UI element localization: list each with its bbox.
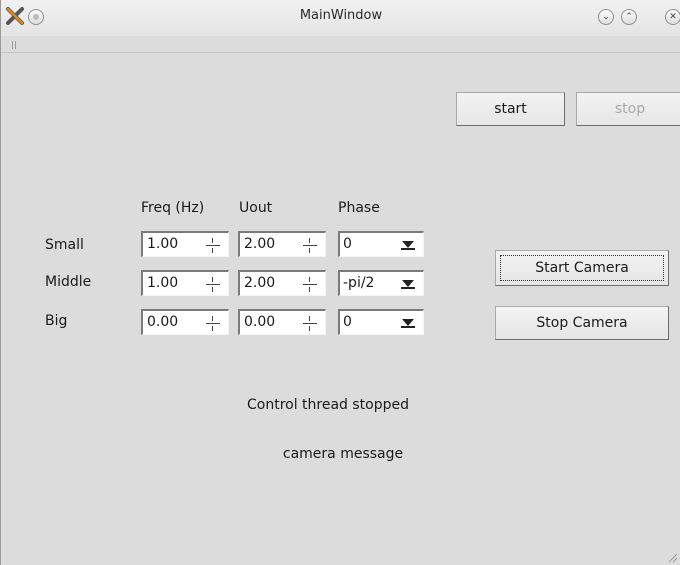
uout-header: Uout (239, 200, 273, 216)
title-bar[interactable]: MainWindow ⌄ ⌃ ✕ (1, 0, 680, 36)
row-label-middle: Middle (45, 274, 92, 290)
resize-grip-icon[interactable] (666, 551, 678, 563)
window-title: MainWindow (299, 8, 383, 23)
spin-arrows-icon[interactable] (303, 315, 317, 331)
dropdown-arrow-icon[interactable] (401, 319, 415, 328)
close-icon[interactable]: ✕ (665, 9, 680, 25)
freq-spinbox-middle[interactable]: 1.00 (141, 270, 229, 296)
spin-arrows-icon[interactable] (206, 315, 220, 331)
select-value: 0 (343, 236, 352, 252)
control-thread-status: Control thread stopped (246, 397, 410, 413)
uout-spinbox-middle[interactable]: 2.00 (238, 270, 326, 296)
toolbar-grip-icon[interactable] (12, 41, 17, 49)
row-label-big: Big (45, 313, 68, 329)
spin-value: 1.00 (147, 236, 179, 252)
spin-value: 2.00 (244, 275, 276, 291)
uout-spinbox-big[interactable]: 0.00 (238, 309, 326, 335)
row-label-small: Small (45, 237, 84, 253)
freq-header: Freq (Hz) (141, 200, 205, 216)
phase-select-big[interactable]: 0 (338, 309, 424, 335)
uout-spinbox-small[interactable]: 2.00 (238, 231, 326, 257)
phase-select-small[interactable]: 0 (338, 231, 424, 257)
select-value: 0 (343, 314, 352, 330)
camera-status: camera message (282, 446, 404, 462)
spin-value: 0.00 (244, 314, 276, 330)
main-window: MainWindow ⌄ ⌃ ✕ start stop Freq (Hz) Uo… (0, 0, 680, 565)
phase-header: Phase (338, 200, 380, 216)
spin-value: 1.00 (147, 275, 179, 291)
stop-button[interactable]: stop (576, 92, 680, 126)
spin-arrows-icon[interactable] (206, 237, 220, 253)
freq-spinbox-big[interactable]: 0.00 (141, 309, 229, 335)
spin-arrows-icon[interactable] (303, 237, 317, 253)
spin-value: 2.00 (244, 236, 276, 252)
start-camera-button[interactable]: Start Camera (495, 250, 669, 286)
spin-arrows-icon[interactable] (303, 276, 317, 292)
minimize-icon[interactable]: ⌄ (598, 9, 614, 25)
stop-camera-button[interactable]: Stop Camera (495, 306, 669, 340)
dropdown-arrow-icon[interactable] (401, 241, 415, 250)
phase-select-middle[interactable]: -pi/2 (338, 270, 424, 296)
spin-arrows-icon[interactable] (206, 276, 220, 292)
maximize-icon[interactable]: ⌃ (621, 9, 637, 25)
start-button[interactable]: start (456, 92, 565, 126)
dropdown-arrow-icon[interactable] (401, 280, 415, 289)
select-value: -pi/2 (343, 275, 375, 291)
spin-value: 0.00 (147, 314, 179, 330)
freq-spinbox-small[interactable]: 1.00 (141, 231, 229, 257)
toolbar-area (1, 36, 680, 53)
focus-ring: Start Camera (500, 255, 664, 281)
